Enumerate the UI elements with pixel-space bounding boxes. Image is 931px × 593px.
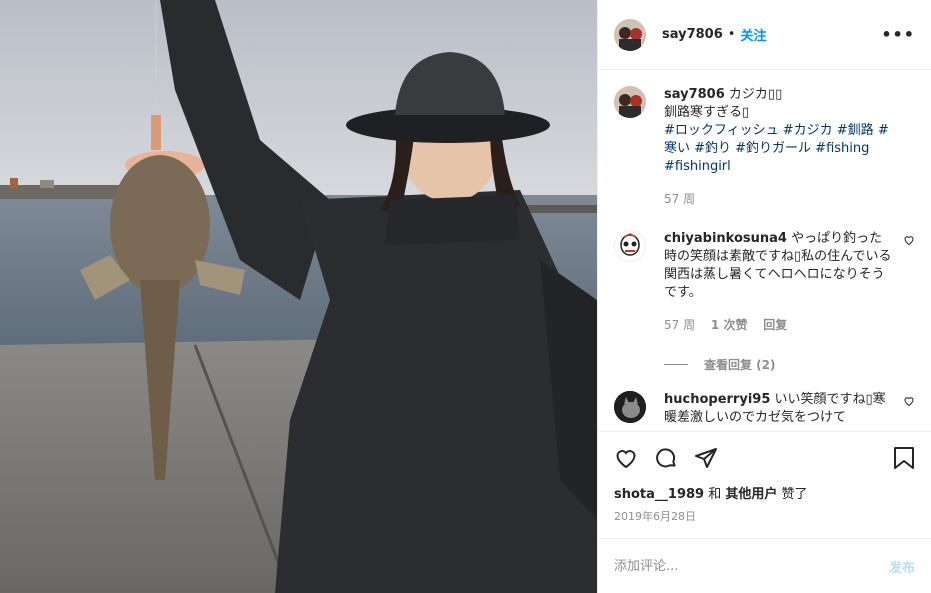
caption-meta: 57 周 [664, 190, 893, 208]
commenter-avatar[interactable] [614, 391, 646, 423]
reply-button[interactable]: 回复 [763, 318, 787, 332]
comment-item: chiyabinkosuna4 やっぱり釣った時の笑顔は素敵ですね▯私の住んでい… [614, 230, 915, 344]
share-send-icon[interactable] [694, 446, 718, 470]
commenter-avatar[interactable] [614, 230, 646, 262]
comment-likes[interactable]: 1 次赞 [711, 318, 748, 332]
instagram-post: say7806 • 关注 ••• say7806 カジカ▯▯ 釧路寒すぎる▯ #… [0, 0, 931, 593]
comment-body: huchoperryi95 いい笑顔ですね▯寒暖差激しいのでカゼ気をつけて [664, 391, 915, 427]
post-sidebar: say7806 • 关注 ••• say7806 カジカ▯▯ 釧路寒すぎる▯ #… [597, 0, 931, 593]
caption: say7806 カジカ▯▯ 釧路寒すぎる▯ #ロックフィッシュ #カジカ #釧路… [614, 86, 915, 218]
comment-input[interactable] [614, 558, 889, 574]
view-replies[interactable]: 查看回复 (2) [664, 356, 915, 373]
caption-avatar[interactable] [614, 86, 646, 118]
like-heart-icon[interactable] [614, 446, 638, 470]
action-bar [598, 431, 931, 483]
author-username[interactable]: say7806 [662, 27, 723, 42]
like-comment-heart-icon[interactable] [903, 234, 915, 249]
avatar-image-icon [614, 18, 646, 51]
likes-suffix: 赞了 [781, 487, 808, 502]
comment-body: chiyabinkosuna4 やっぱり釣った時の笑顔は素敵ですね▯私の住んでい… [664, 230, 915, 344]
avatar-image-icon [614, 86, 646, 118]
caption-line1: カジカ▯▯ [728, 87, 783, 102]
cat-avatar-icon [614, 391, 646, 423]
other-likers-link[interactable]: 其他用户 [725, 487, 777, 502]
likes-summary: shota__1989 和 其他用户 赞了 [598, 483, 931, 502]
like-comment-heart-icon[interactable] [903, 395, 915, 410]
view-replies-label[interactable]: 查看回复 (2) [704, 356, 776, 373]
add-comment-bar: 发布 [598, 538, 931, 593]
post-header: say7806 • 关注 ••• [598, 0, 931, 70]
post-date[interactable]: 2019年6月28日 [598, 502, 931, 524]
header-separator: • [727, 27, 736, 42]
photo-illustration [0, 0, 597, 593]
caption-body: say7806 カジカ▯▯ 釧路寒すぎる▯ #ロックフィッシュ #カジカ #釧路… [664, 86, 915, 218]
comment-username[interactable]: chiyabinkosuna4 [664, 231, 787, 246]
bookmark-icon[interactable] [893, 446, 915, 470]
post-photo[interactable] [0, 0, 597, 593]
liker-username[interactable]: shota__1989 [614, 487, 704, 502]
more-options-icon[interactable]: ••• [881, 25, 915, 44]
likes-conj: 和 [708, 487, 722, 502]
comment-item: huchoperryi95 いい笑顔ですね▯寒暖差激しいのでカゼ気をつけて [614, 391, 915, 427]
comment-bubble-icon[interactable] [654, 446, 678, 470]
comment-time[interactable]: 57 周 [664, 318, 695, 332]
post-comment-button[interactable]: 发布 [889, 557, 915, 576]
comment-meta: 57 周 1 次赞 回复 [664, 316, 893, 334]
caption-username[interactable]: say7806 [664, 87, 725, 102]
comment-username[interactable]: huchoperryi95 [664, 392, 770, 407]
follow-button[interactable]: 关注 [740, 25, 766, 44]
comments-list[interactable]: say7806 カジカ▯▯ 釧路寒すぎる▯ #ロックフィッシュ #カジカ #釧路… [598, 70, 931, 431]
replies-divider [664, 364, 688, 365]
caption-time[interactable]: 57 周 [664, 192, 695, 206]
caption-line2: 釧路寒すぎる▯ [664, 105, 750, 120]
skull-avatar-icon [620, 233, 640, 256]
caption-hashtags[interactable]: #ロックフィッシュ #カジカ #釧路 #寒い #釣り #釣りガール #fishi… [664, 122, 893, 176]
author-avatar[interactable] [614, 18, 646, 51]
